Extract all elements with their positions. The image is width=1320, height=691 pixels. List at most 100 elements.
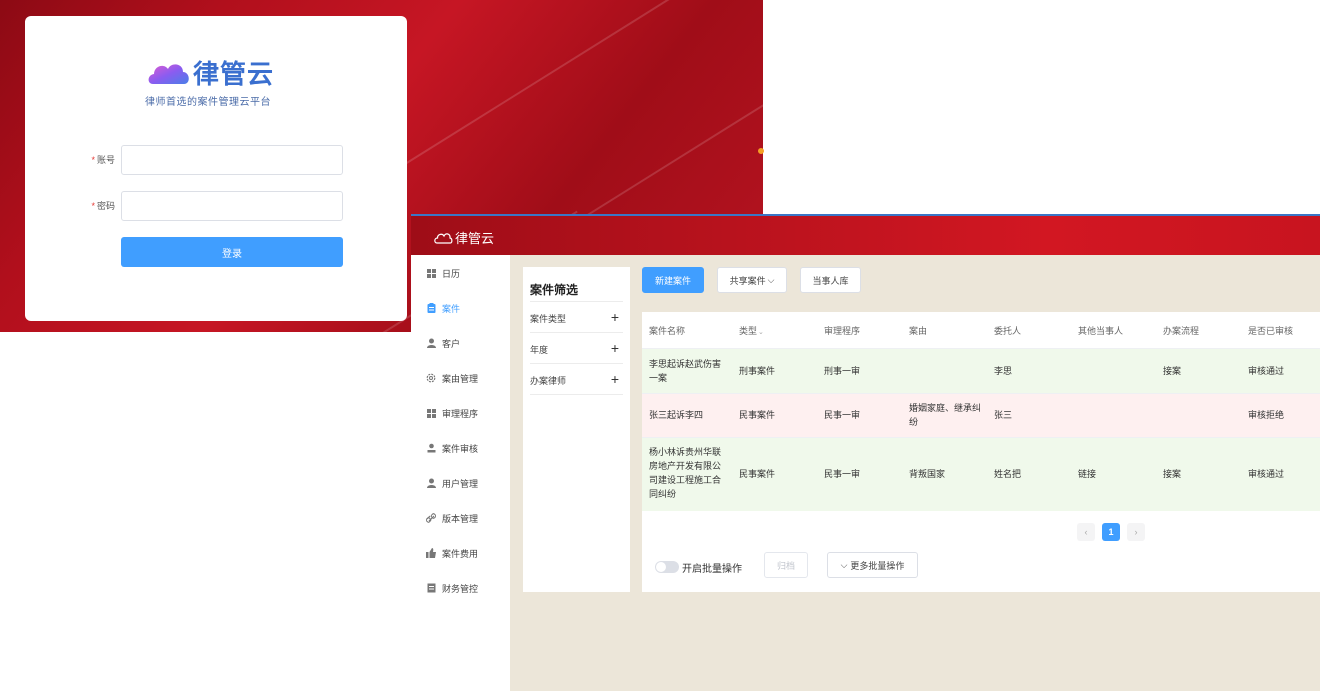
- sidebar-item-case-fees[interactable]: 案件费用: [426, 546, 478, 560]
- sidebar-item-case-review[interactable]: 案件审核: [426, 441, 478, 455]
- ledger-icon: [426, 583, 436, 593]
- column-header: 审理程序: [824, 326, 861, 336]
- more-batch-actions-dropdown[interactable]: ⌵ 更多批量操作: [827, 552, 918, 578]
- divider: [530, 332, 623, 333]
- sidebar-item-user-management[interactable]: 用户管理: [426, 476, 478, 490]
- case-name-cell[interactable]: 李思起诉赵武伤害一案: [649, 357, 725, 385]
- column-header: 案件名称: [649, 326, 686, 336]
- client-cell: 张三: [994, 410, 1013, 420]
- filter-group-lawyer[interactable]: 办案律师 +: [530, 371, 623, 388]
- case-name-cell[interactable]: 张三起诉李四: [649, 408, 725, 422]
- new-case-button[interactable]: 新建案件: [642, 267, 704, 293]
- filter-group-case-type[interactable]: 案件类型 +: [530, 309, 623, 326]
- sidebar-item-label: 用户管理: [442, 478, 479, 489]
- clipboard-icon: [426, 303, 436, 313]
- decorative-dot: [758, 148, 764, 154]
- sidebar-item-trial-procedure[interactable]: 审理程序: [426, 406, 478, 420]
- sidebar-item-label: 财务管控: [442, 583, 479, 594]
- link-icon: [426, 513, 436, 523]
- app-header: 律管云: [411, 216, 1320, 255]
- table-row[interactable]: 张三起诉李四 民事案件 民事一审 婚姻家庭、继承纠纷 张三 审核拒绝: [642, 393, 1320, 437]
- filter-group-year[interactable]: 年度 +: [530, 340, 623, 357]
- chevron-down-icon: ⌵: [840, 559, 848, 570]
- password-row: * 密码: [85, 191, 345, 221]
- password-input[interactable]: [121, 191, 343, 221]
- login-button[interactable]: 登录: [121, 237, 343, 267]
- sidebar-item-cause-management[interactable]: 案由管理: [426, 371, 478, 385]
- review-status-cell: 审核拒绝: [1248, 410, 1285, 420]
- brand-name: 律管云: [193, 60, 275, 90]
- login-card: 律管云 律师首选的案件管理云平台 * 账号 * 密码 登录: [25, 16, 407, 321]
- sidebar-item-label: 案由管理: [442, 373, 479, 384]
- cause-cell: 婚姻家庭、继承纠纷: [909, 403, 982, 427]
- client-cell: 李思: [994, 366, 1013, 376]
- column-header-sortable[interactable]: 类型⌄: [739, 324, 764, 337]
- sidebar-item-label: 案件: [442, 303, 461, 314]
- sidebar-item-label: 案件费用: [442, 548, 479, 559]
- column-header: 是否已审核: [1248, 326, 1294, 336]
- column-header: 办案流程: [1163, 326, 1200, 336]
- sidebar-item-label: 版本管理: [442, 513, 479, 524]
- shared-case-label: 共享案件: [729, 275, 766, 286]
- cause-cell: 背叛国家: [909, 469, 946, 479]
- filter-group-label: 案件类型: [530, 314, 567, 324]
- table-row[interactable]: 李思起诉赵武伤害一案 刑事案件 刑事一审 李思 接案 审核通过: [642, 348, 1320, 393]
- filter-title: 案件筛选: [530, 283, 579, 297]
- filter-group-label: 办案律师: [530, 376, 567, 386]
- sidebar-item-version-management[interactable]: 版本管理: [426, 511, 478, 525]
- case-filter-panel: 案件筛选 案件类型 + 年度 + 办案律师 +: [523, 267, 630, 592]
- filter-group-label: 年度: [530, 345, 549, 355]
- composite-screenshot: 律管云 律师首选的案件管理云平台 * 账号 * 密码 登录 律管云 日历 案件 …: [0, 0, 1320, 691]
- person-icon: [426, 338, 436, 348]
- sidebar-item-finance[interactable]: 财务管控: [426, 581, 478, 595]
- app-window: 律管云 日历 案件 客户 案由管理 审理程序 案件审核 用户管理 版本管理 案件…: [411, 214, 1320, 691]
- flow-cell: 接案: [1163, 366, 1182, 376]
- archive-button[interactable]: 归档: [764, 552, 808, 578]
- required-mark: *: [91, 201, 95, 211]
- sidebar-item-clients[interactable]: 客户: [426, 336, 460, 350]
- column-header: 委托人: [994, 326, 1022, 336]
- app-brand-name: 律管云: [455, 231, 495, 246]
- sidebar-item-cases[interactable]: 案件: [426, 301, 460, 315]
- plus-icon[interactable]: +: [611, 371, 619, 387]
- account-input[interactable]: [121, 145, 343, 175]
- gear-icon: [426, 373, 436, 383]
- table-row[interactable]: 杨小林诉贵州华联房地产开发有限公司建设工程施工合同纠纷 民事案件 民事一审 背叛…: [642, 437, 1320, 511]
- cloud-logo-icon: [148, 64, 189, 84]
- plus-icon[interactable]: +: [611, 340, 619, 356]
- prev-page-button[interactable]: ‹: [1077, 523, 1095, 541]
- divider: [530, 301, 623, 302]
- account-row: * 账号: [85, 145, 345, 175]
- batch-mode-label: 开启批量操作: [682, 564, 742, 575]
- grid-icon: [426, 268, 436, 278]
- case-type-cell: 民事案件: [739, 410, 776, 420]
- plus-icon[interactable]: +: [611, 309, 619, 325]
- next-page-button[interactable]: ›: [1127, 523, 1145, 541]
- app-brand[interactable]: 律管云: [433, 228, 494, 247]
- sidebar: 日历 案件 客户 案由管理 审理程序 案件审核 用户管理 版本管理 案件费用 财…: [411, 255, 510, 691]
- review-status-cell: 审核通过: [1248, 469, 1285, 479]
- shared-case-dropdown[interactable]: 共享案件 ⌵: [717, 267, 787, 293]
- sidebar-item-calendar[interactable]: 日历: [426, 266, 460, 280]
- procedure-cell: 刑事一审: [824, 366, 861, 376]
- page-1-button[interactable]: 1: [1102, 523, 1120, 541]
- user-check-icon: [426, 443, 436, 453]
- sort-icon: ⌄: [758, 329, 764, 336]
- chevron-down-icon: ⌵: [767, 274, 775, 285]
- grid-icon: [426, 408, 436, 418]
- procedure-cell: 民事一审: [824, 469, 861, 479]
- party-library-button[interactable]: 当事人库: [800, 267, 861, 293]
- more-batch-actions-label: 更多批量操作: [850, 560, 905, 571]
- column-header: 其他当事人: [1078, 326, 1124, 336]
- cloud-icon: [434, 232, 453, 244]
- table-header: 案件名称 类型⌄ 审理程序 案由 委托人 其他当事人 办案流程 是否已审核: [642, 312, 1320, 348]
- thumb-icon: [426, 548, 436, 558]
- divider: [530, 394, 623, 395]
- case-name-cell[interactable]: 杨小林诉贵州华联房地产开发有限公司建设工程施工合同纠纷: [649, 445, 725, 501]
- batch-mode-toggle[interactable]: [655, 561, 679, 573]
- account-label: * 账号: [91, 155, 115, 165]
- sidebar-item-label: 审理程序: [442, 408, 479, 419]
- case-table: 案件名称 类型⌄ 审理程序 案由 委托人 其他当事人 办案流程 是否已审核 李思…: [642, 312, 1320, 592]
- divider: [530, 363, 623, 364]
- brand-slogan: 律师首选的案件管理云平台: [145, 97, 271, 108]
